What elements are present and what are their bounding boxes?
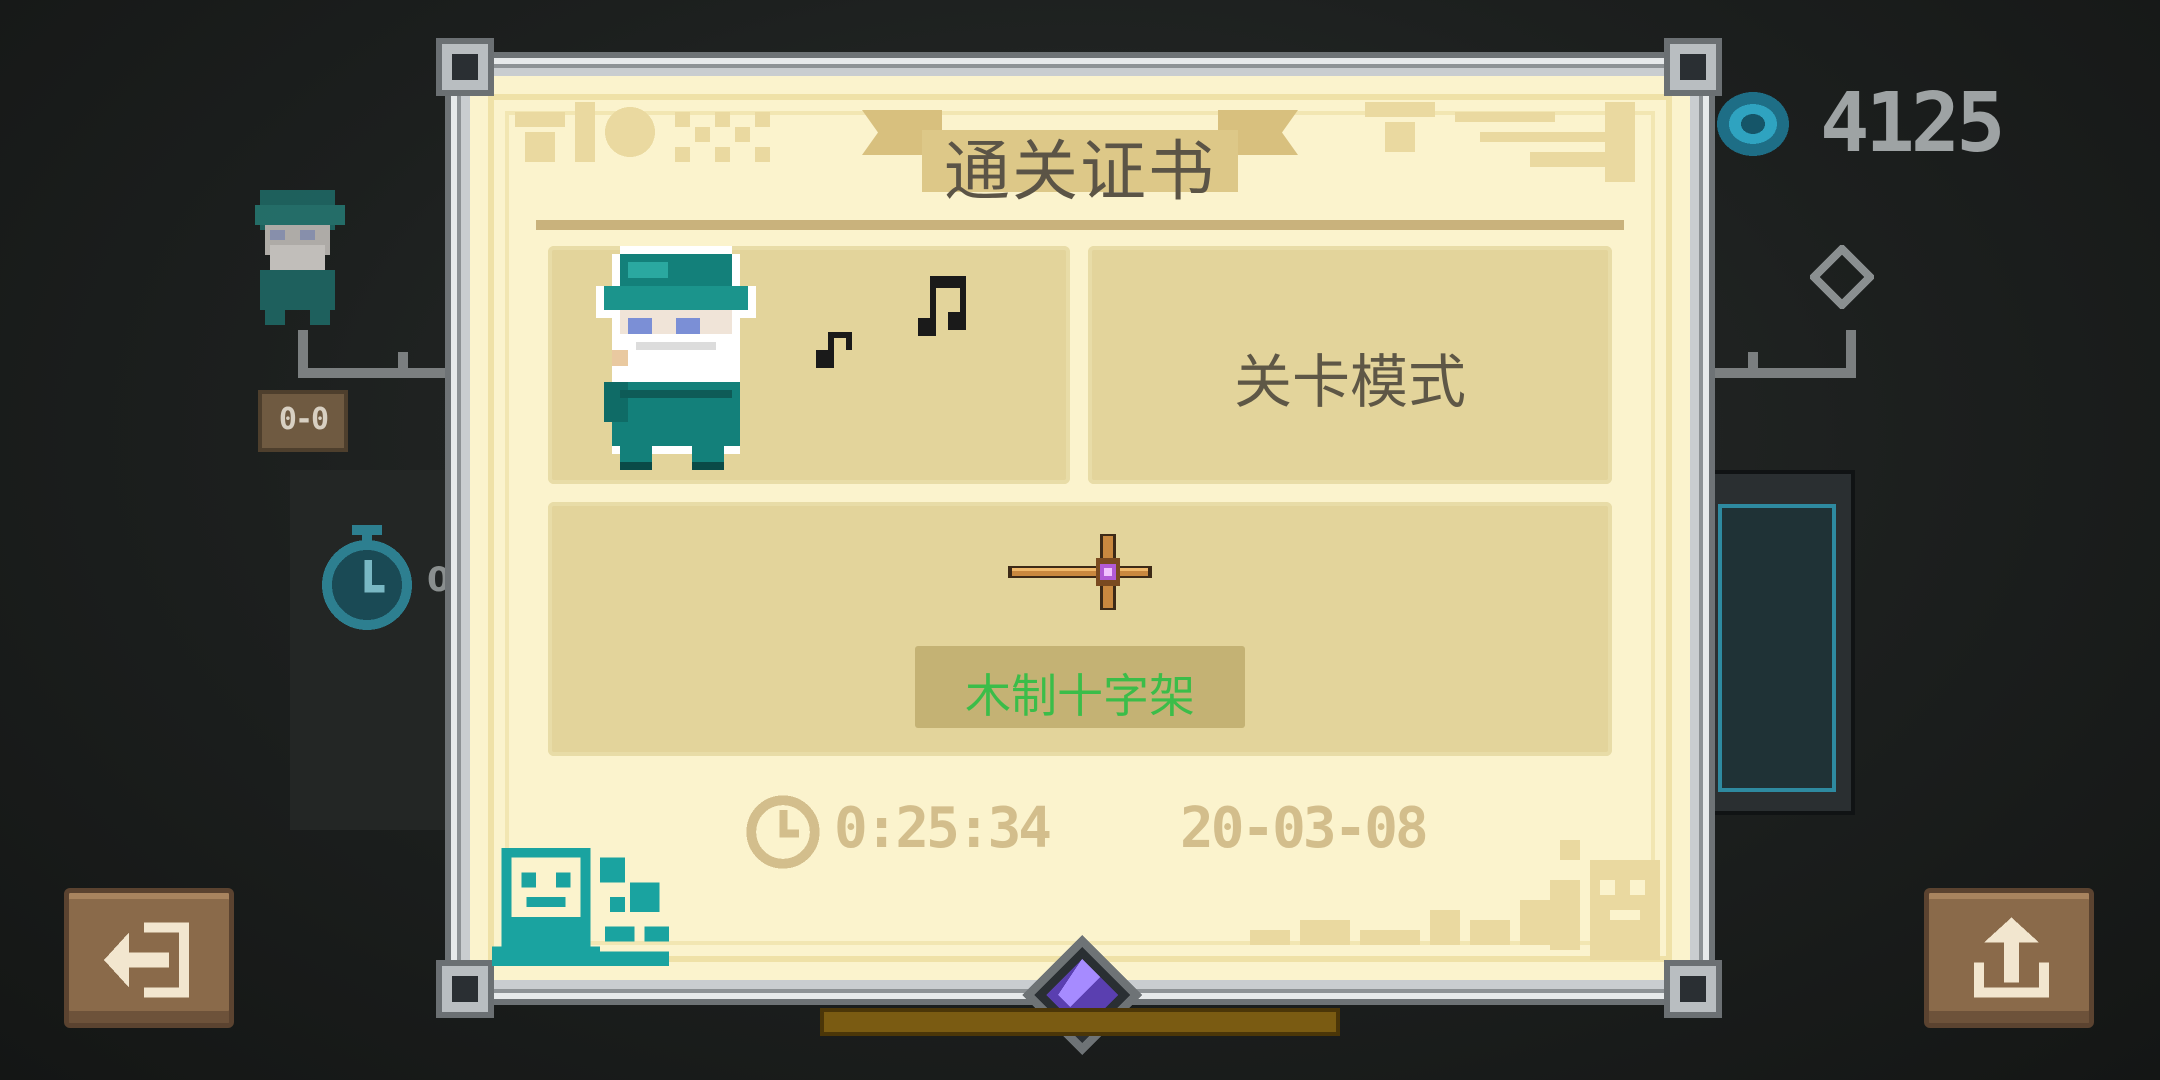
share-button[interactable] [1924,888,2094,1028]
background-key-badge: 0-0 [258,390,348,452]
hero-cell [548,246,1070,484]
frame-corner [436,960,494,1018]
clear-time: 0:25:34 [834,796,1052,861]
background-hero-sprite [255,190,345,325]
weapon-name: 木制十字架 [965,669,1195,723]
hero-sprite [596,246,756,470]
bottom-golden-bar [820,1008,1340,1036]
diamond-outline-icon [1810,245,1874,309]
gem-count: 4125 [1820,76,2005,171]
clock-icon [746,795,820,869]
background-path-line-left [298,330,458,378]
frame-corner [436,38,494,96]
bottom-ornament [1250,840,1660,960]
certificate-title: 通关证书 [944,133,1216,210]
title-divider [536,220,1624,230]
background-portal-panel [1700,470,1855,815]
purple-gem-ornament [1022,935,1142,1055]
gem-counter: 4125 [1712,76,2012,171]
background-panel-left [290,470,460,830]
frame-corner [1664,960,1722,1018]
soul-knight-logo [491,847,670,967]
frame-corner [1664,38,1722,96]
background-path-line-right [1708,330,1856,378]
music-note-large-icon [918,276,966,336]
gem-icon [1717,92,1789,156]
exit-button[interactable] [64,888,234,1028]
exit-icon [104,922,189,998]
wooden-cross-icon [1008,534,1152,610]
game-mode-label: 关卡模式 [1233,348,1466,416]
stopwatch-icon [322,525,412,630]
music-note-small-icon [816,332,852,368]
share-icon [1974,917,2049,998]
